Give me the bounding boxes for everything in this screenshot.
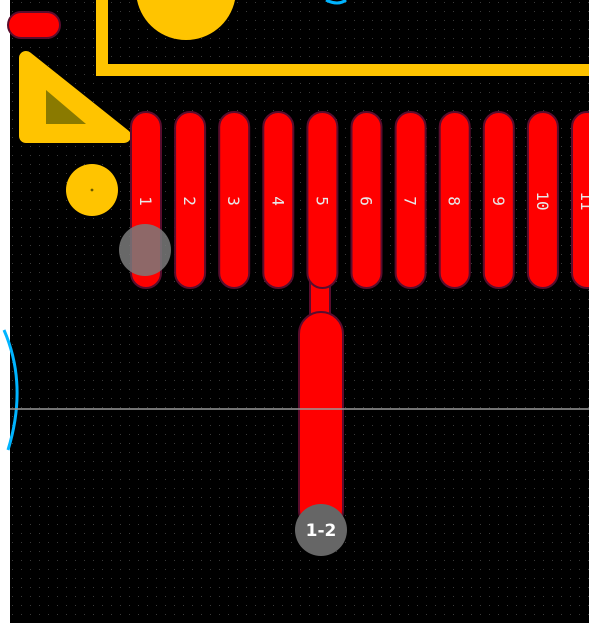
pad-label: 11 <box>577 191 589 210</box>
trace-main[interactable] <box>298 311 344 533</box>
pad-6[interactable]: 6 <box>350 111 383 289</box>
pad-label: 9 <box>489 196 508 206</box>
pad-4[interactable]: 4 <box>262 111 295 289</box>
pad-label: 5 <box>312 196 331 206</box>
pad-label: 8 <box>445 196 464 206</box>
pad-8[interactable]: 8 <box>438 111 471 289</box>
pad-3[interactable]: 3 <box>218 111 251 289</box>
via-pad-1[interactable] <box>119 224 171 276</box>
pcb-editor-canvas[interactable]: 1 2 3 4 5 6 7 8 9 10 11 1-2 <box>0 0 589 623</box>
trace-stub[interactable] <box>7 11 61 39</box>
pad-label: 6 <box>357 196 376 206</box>
pad-5[interactable]: 5 <box>306 111 339 289</box>
pad-label: 4 <box>268 196 287 206</box>
via-label: 1-2 <box>306 521 337 541</box>
pad-label: 10 <box>533 191 552 210</box>
pad-label: 1 <box>136 196 155 206</box>
via-1-2[interactable]: 1-2 <box>295 504 347 556</box>
pad-2[interactable]: 2 <box>174 111 207 289</box>
pad-label: 2 <box>180 196 199 206</box>
pad-label: 3 <box>224 196 243 206</box>
pad-9[interactable]: 9 <box>482 111 515 289</box>
pad-label: 7 <box>401 196 420 206</box>
pad-7[interactable]: 7 <box>394 111 427 289</box>
dot-center <box>90 188 94 192</box>
pad-10[interactable]: 10 <box>526 111 559 289</box>
pad-11[interactable]: 11 <box>571 111 589 289</box>
canvas-margin-left <box>0 0 10 623</box>
